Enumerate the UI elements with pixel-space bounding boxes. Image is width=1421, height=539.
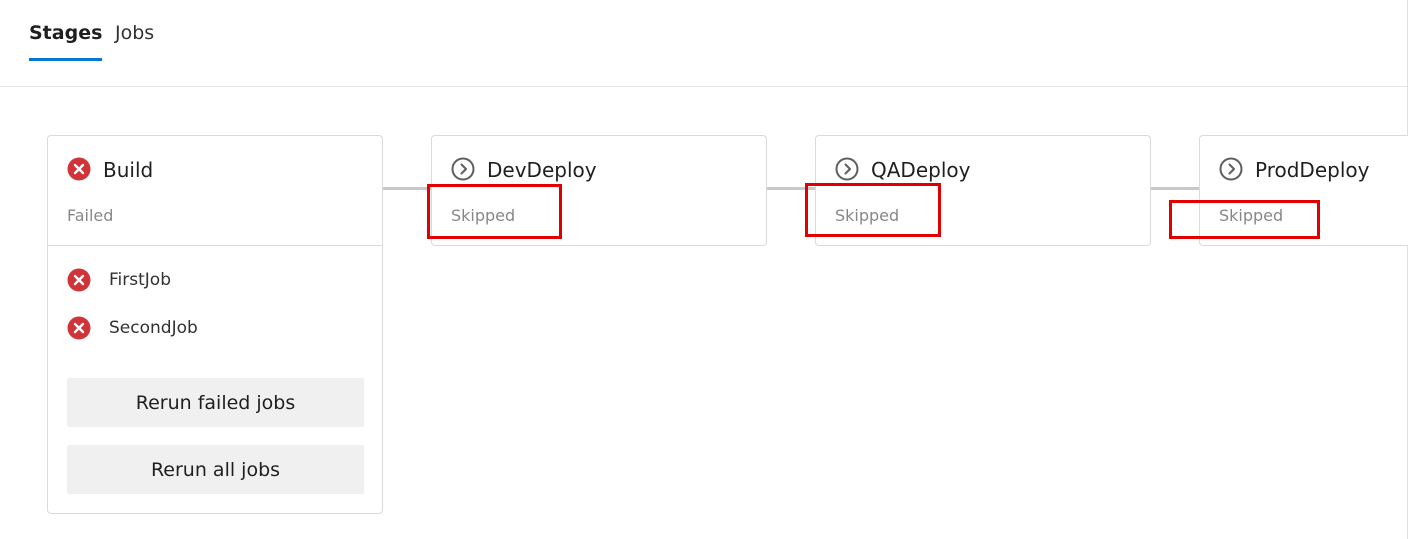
tab-stages[interactable]: Stages: [29, 20, 103, 61]
rerun-all-jobs-button[interactable]: Rerun all jobs: [67, 445, 364, 494]
skipped-chevron-icon: [835, 157, 859, 181]
annotation-highlight-box: [427, 184, 562, 239]
tab-stages-label: Stages: [29, 22, 103, 44]
job-label: FirstJob: [109, 270, 171, 290]
tab-jobs-label: Jobs: [115, 22, 155, 44]
job-label: SecondJob: [109, 318, 198, 338]
tab-bar: Stages Jobs: [0, 0, 1408, 87]
stage-title: QADeploy: [871, 158, 971, 182]
stage-title: Build: [103, 158, 154, 182]
rerun-failed-jobs-button[interactable]: Rerun failed jobs: [67, 378, 364, 427]
skipped-chevron-icon: [1219, 157, 1243, 181]
stage-title: DevDeploy: [487, 158, 597, 182]
error-circle-icon: [67, 268, 91, 292]
error-circle-icon: [67, 316, 91, 340]
stage-connector: [1151, 187, 1199, 190]
stage-header[interactable]: Build Failed: [48, 136, 382, 246]
stage-title: ProdDeploy: [1255, 158, 1370, 182]
divider: [48, 245, 382, 246]
active-tab-indicator: [29, 58, 103, 61]
stage-status: Failed: [67, 206, 114, 225]
annotation-highlight-box: [805, 183, 941, 237]
error-circle-icon: [67, 157, 91, 181]
annotation-highlight-box: [1169, 200, 1320, 239]
stage-connector: [383, 187, 431, 190]
tab-jobs[interactable]: Jobs: [115, 20, 154, 46]
skipped-chevron-icon: [451, 157, 475, 181]
stage-card-build[interactable]: Build Failed FirstJob SecondJob Rerun fa…: [47, 135, 383, 514]
vertical-scrollbar[interactable]: [1407, 0, 1421, 539]
